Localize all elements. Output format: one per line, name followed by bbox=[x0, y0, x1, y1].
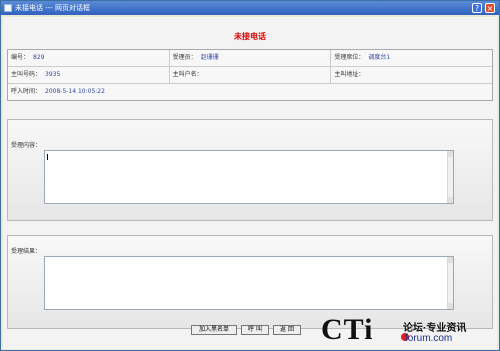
call-info-grid: 编号： 829 受理员： 赵珊珊 受理席位： 调度台1 主叫号码： 3935 主叫户名：… bbox=[7, 49, 493, 101]
dialog-window: 未接电话 --- 网页对话框 ? × 未接电话 编号： 829 受理员： 赵珊珊 受… bbox=[0, 0, 500, 351]
scroll-up-icon[interactable] bbox=[448, 257, 453, 263]
operator-cell: 受理员： 赵珊珊 bbox=[170, 50, 332, 66]
caller-number-value: 3935 bbox=[45, 71, 61, 78]
seat-label: 受理席位： bbox=[334, 54, 365, 61]
dialog-content: 未接电话 编号： 829 受理员： 赵珊珊 受理席位： 调度台1 主叫号码： 3935 … bbox=[3, 17, 497, 349]
window-icon bbox=[4, 4, 12, 12]
result-textarea[interactable] bbox=[44, 256, 454, 310]
info-row: 主叫号码： 3935 主叫户名： 主叫地址： bbox=[8, 67, 492, 84]
caller-address-cell: 主叫地址： bbox=[331, 67, 492, 83]
content-label: 受理内容： bbox=[11, 142, 42, 149]
caller-address-label: 主叫地址： bbox=[334, 71, 365, 78]
scroll-up-icon[interactable] bbox=[448, 151, 453, 157]
operator-label: 受理员： bbox=[172, 54, 197, 61]
add-to-blacklist-button[interactable]: 加入黑名单 bbox=[191, 325, 237, 335]
window-title: 未接电话 --- 网页对话框 bbox=[15, 4, 91, 12]
help-button[interactable]: ? bbox=[472, 3, 482, 13]
watermark-tagline: 论坛·专业资讯 bbox=[403, 323, 467, 334]
watermark-logo: CTi bbox=[321, 313, 374, 346]
result-scrollbar[interactable] bbox=[447, 257, 453, 309]
text-caret bbox=[47, 154, 48, 160]
watermark: CTi 论坛·专业资讯 forum.com bbox=[321, 313, 497, 347]
operator-value: 赵珊珊 bbox=[200, 54, 219, 61]
page-title: 未接电话 bbox=[234, 32, 266, 41]
watermark-site: forum.com bbox=[405, 333, 453, 344]
id-cell: 编号： 829 bbox=[8, 50, 170, 66]
close-button[interactable]: × bbox=[485, 3, 495, 13]
content-textarea[interactable] bbox=[44, 150, 454, 204]
title-bar: 未接电话 --- 网页对话框 ? × bbox=[1, 1, 499, 15]
id-label: 编号： bbox=[11, 54, 30, 61]
call-button[interactable]: 呼 叫 bbox=[241, 325, 269, 335]
caller-number-cell: 主叫号码： 3935 bbox=[8, 67, 170, 83]
back-button[interactable]: 返 回 bbox=[273, 325, 301, 335]
info-row: 呼入时间： 2008-5-14 10:05:22 bbox=[8, 84, 492, 100]
caller-name-cell: 主叫户名： bbox=[170, 67, 332, 83]
call-time-value: 2008-5-14 10:05:22 bbox=[45, 88, 105, 95]
scroll-down-icon[interactable] bbox=[448, 303, 453, 309]
call-time-label: 呼入时间： bbox=[11, 88, 42, 95]
result-label: 受理结果： bbox=[11, 248, 42, 255]
seat-cell: 受理席位： 调度台1 bbox=[331, 50, 492, 66]
info-row: 编号： 829 受理员： 赵珊珊 受理席位： 调度台1 bbox=[8, 50, 492, 67]
caller-name-label: 主叫户名： bbox=[172, 71, 203, 78]
seat-value: 调度台1 bbox=[368, 54, 391, 61]
caller-number-label: 主叫号码： bbox=[11, 71, 42, 78]
call-time-cell: 呼入时间： 2008-5-14 10:05:22 bbox=[8, 84, 492, 100]
id-value: 829 bbox=[33, 54, 45, 61]
scroll-down-icon[interactable] bbox=[448, 197, 453, 203]
content-panel: 受理内容： bbox=[7, 119, 493, 221]
content-scrollbar[interactable] bbox=[447, 151, 453, 203]
